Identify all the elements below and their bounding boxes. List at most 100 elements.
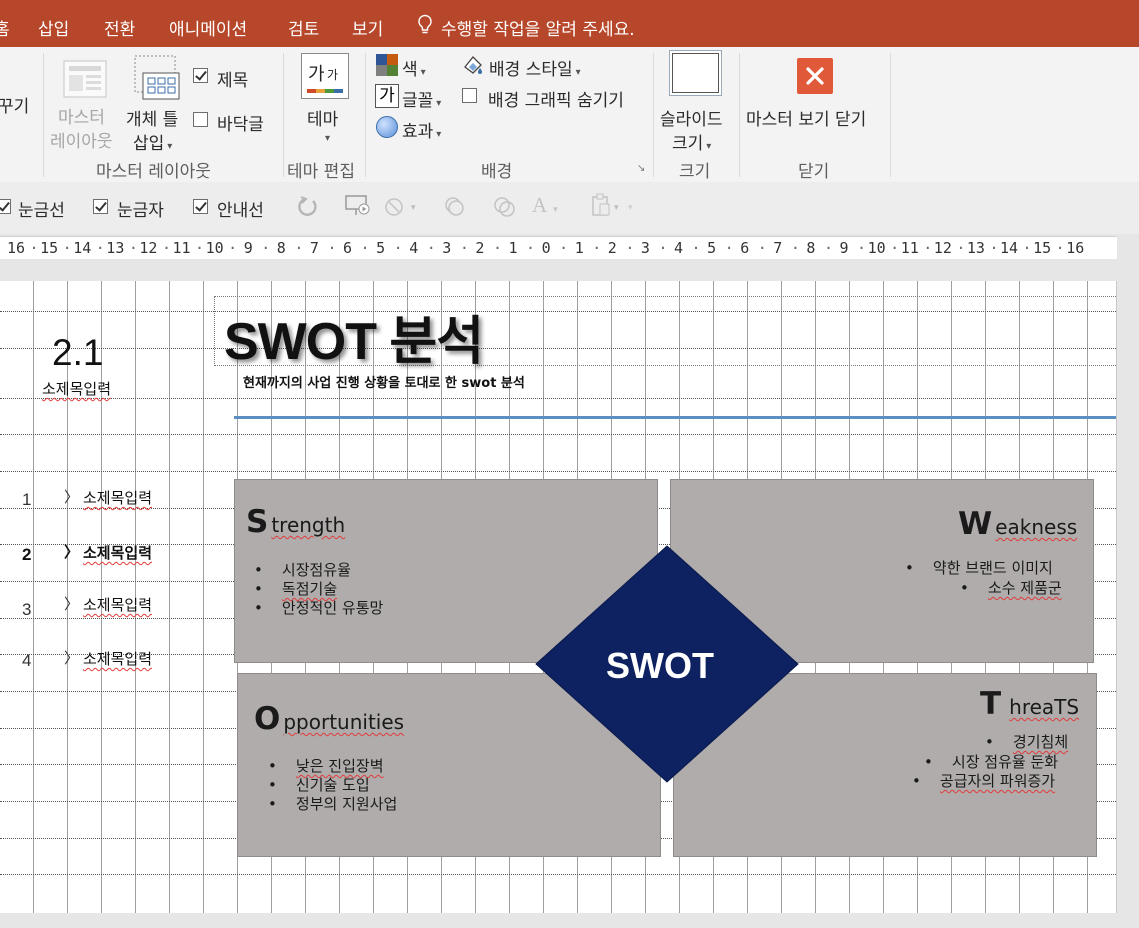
close-master-view-button[interactable]: 마스터 보기 닫기 [746,105,866,130]
swot-center-label: SWOT [606,645,714,686]
ruler-tick: · [95,239,105,257]
text-style-icon[interactable]: A ▾ [532,193,558,218]
ruler-number: 7 [773,239,783,257]
shape-effect-icon[interactable] [441,194,469,218]
ruler-number: 3 [442,239,452,257]
ruler-number: 10 [205,239,224,257]
tab-home[interactable]: 홈 [0,15,10,40]
ruler-number: 9 [839,239,849,257]
accent-line [234,416,1116,419]
slide-subtitle[interactable]: 현재까지의 사업 진행 상황을 토대로 한 swot 분석 [243,372,525,391]
ruler-tick: · [691,239,701,257]
tab-view[interactable]: 보기 [352,15,383,40]
master-layout-button-line2[interactable]: 레이아웃 [50,127,113,152]
title-checkbox-label: 제목 [217,71,249,91]
nav-item-3[interactable]: 소제목입력 [83,594,152,615]
ribbon-cut-label[interactable]: 꾸기 [0,92,29,117]
strength-title: Strength [246,504,346,540]
group-background-label: 배경 [481,162,513,182]
group-size-label: 크기 [679,162,711,182]
view-options-bar [0,182,1139,234]
master-layout-button-line1[interactable]: 마스터 [58,103,105,128]
group-separator [890,53,891,177]
guides-checkbox[interactable] [193,199,208,214]
ruler-number: 4 [674,239,684,257]
ruler-tick: · [956,239,966,257]
shape-fill-icon[interactable]: ▾ [384,194,420,218]
colors-button[interactable]: 색 ▾ [402,55,426,80]
nav-item-1[interactable]: 소제목입력 [83,487,152,508]
ruler-tick: · [823,239,833,257]
insert-placeholder-line1[interactable]: 개체 틀 [126,105,178,130]
effects-button[interactable]: 효과 ▾ [402,117,441,142]
nav-number-1: 1 [22,490,32,509]
tab-transitions[interactable]: 전환 [104,15,135,40]
theme-icon: 가 가 [301,53,349,99]
svg-text:▾: ▾ [614,203,619,213]
ruler-number: 7 [309,239,319,257]
tell-me-search[interactable]: 수행할 작업을 알려 주세요. [441,15,635,40]
group-separator [739,53,740,177]
ruler-number: 14 [1000,239,1019,257]
ruler-label: 눈금자 [117,201,164,221]
rotate-icon[interactable] [297,194,319,218]
ruler-number: 9 [243,239,253,257]
ruler-number: 2 [607,239,617,257]
ruler-tick: · [790,239,800,257]
weakness-item: • 소수 제품군 [960,579,1062,597]
ruler-checkbox[interactable] [93,199,108,214]
ruler-number: 16 [7,239,26,257]
theme-dropdown-arrow[interactable]: ▾ [325,133,330,144]
ruler-number: 6 [740,239,750,257]
ruler-number: 16 [1066,239,1085,257]
group-separator [283,53,284,177]
ruler-tick: · [1022,239,1032,257]
nav-chevron-icon: 〉 [64,649,80,667]
footer-checkbox[interactable] [193,112,208,127]
slide-title[interactable]: SWOT 분석 [224,299,484,374]
ruler-tick: · [128,239,138,257]
opportunities-item: • 낮은 진입장벽 [268,757,384,775]
ruler-number: 5 [707,239,717,257]
slide-size-line1[interactable]: 슬라이드 [660,105,723,130]
ruler-number: 13 [966,239,985,257]
tab-review[interactable]: 검토 [288,15,319,40]
threats-item: • 공급자의 파워증가 [912,772,1056,790]
nav-number-2: 2 [22,545,32,564]
paste-icon[interactable]: ▾ ▾ [590,193,638,217]
ruler-tick: · [592,239,602,257]
insert-placeholder-icon [134,55,180,100]
tab-animations[interactable]: 애니메이션 [169,15,247,40]
hide-background-checkbox[interactable] [462,88,477,103]
ruler-tick: · [426,239,436,257]
fonts-button[interactable]: 글꼴 ▾ [402,86,441,111]
gridline [0,398,1116,399]
dialog-launcher-icon[interactable]: ↘ [637,163,645,174]
ruler-number: 8 [276,239,286,257]
ruler-number: 3 [640,239,650,257]
nav-item-2[interactable]: 소제목입력 [83,542,152,563]
nav-chevron-icon: 〉 [64,543,80,561]
nav-item-4[interactable]: 소제목입력 [83,648,152,669]
slide-size-line2[interactable]: 크기 ▾ [672,129,711,154]
tab-insert[interactable]: 삽입 [38,15,69,40]
footer-checkbox-label: 바닥글 [217,115,264,135]
ruler-number: 4 [409,239,419,257]
gridline [0,434,1116,435]
gridlines-checkbox[interactable] [0,199,11,214]
slide-canvas[interactable]: 2.1 소제목입력 SWOT 분석 현재까지의 사업 진행 상황을 토대로 한 … [0,281,1117,914]
background-style-button[interactable]: 배경 스타일 ▾ [489,55,581,80]
ruler-number: 11 [172,239,191,257]
workspace-bottom [0,913,1139,928]
ribbon-tab-bar: 홈 삽입 전환 애니메이션 검토 보기 수행할 작업을 알려 주세요. [0,0,1139,47]
slideshow-icon[interactable] [345,194,371,218]
title-checkbox[interactable] [193,68,208,83]
shape-outline-icon[interactable] [491,194,519,218]
theme-button[interactable]: 테마 [307,105,338,130]
insert-placeholder-line2[interactable]: 삽입 ▾ [133,129,172,154]
weakness-title: Weakness [958,506,1078,542]
ruler-number: 10 [867,239,886,257]
lightbulb-icon [418,14,432,34]
ruler-number: 1 [574,239,584,257]
nav-number-3: 3 [22,600,32,619]
